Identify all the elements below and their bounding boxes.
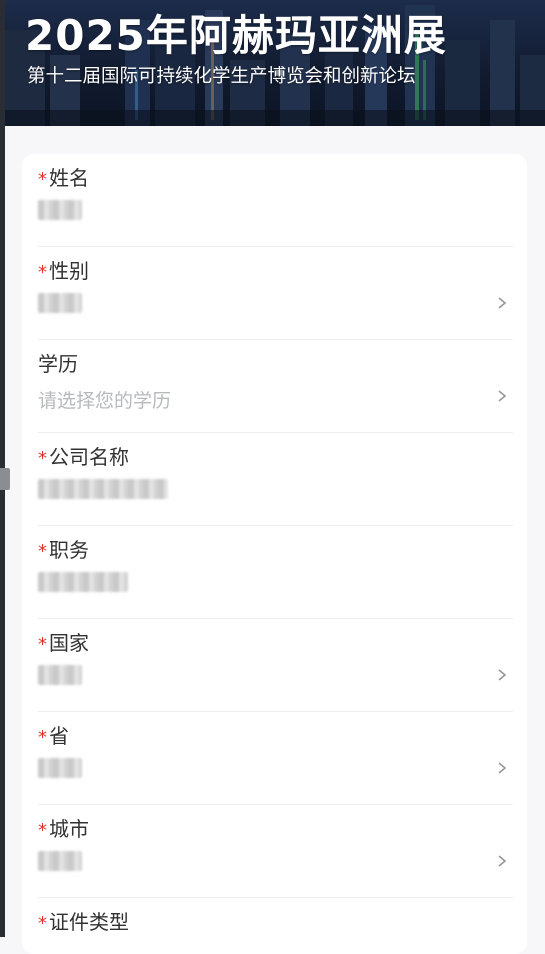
registration-form: * 姓名 * 性别 学历 请选择您的学历 * 公司名称 * 职务 * 国家 * 省 * 城市 … (22, 154, 527, 954)
field-education[interactable]: 学历 请选择您的学历 (38, 340, 513, 433)
field-province-label: * 省 (38, 724, 69, 748)
required-mark: * (38, 913, 47, 934)
field-country-label: * 国家 (38, 631, 89, 655)
field-city-label: * 城市 (38, 817, 89, 841)
banner-subtitle: 第十二届国际可持续化学生产博览会和创新论坛 (27, 66, 416, 87)
field-company-label: * 公司名称 (38, 445, 129, 469)
field-country-value[interactable] (38, 665, 82, 690)
field-id-type[interactable]: * 证件类型 (38, 898, 513, 954)
required-mark: * (38, 727, 47, 748)
chevron-right-icon (495, 296, 509, 310)
chevron-right-icon (495, 761, 509, 775)
field-name-label: * 姓名 (38, 166, 89, 190)
field-company-value[interactable] (38, 479, 168, 504)
chevron-right-icon (495, 854, 509, 868)
field-city-value[interactable] (38, 851, 82, 876)
required-mark: * (38, 820, 47, 841)
field-name[interactable]: * 姓名 (38, 154, 513, 247)
banner-title: 2025年阿赫玛亚洲展 (25, 11, 447, 60)
required-mark: * (38, 448, 47, 469)
field-gender-label: * 性别 (38, 259, 89, 283)
required-mark: * (38, 541, 47, 562)
field-job-title[interactable]: * 职务 (38, 526, 513, 619)
chevron-right-icon (495, 389, 509, 403)
field-province-value[interactable] (38, 758, 82, 783)
required-mark: * (38, 169, 47, 190)
required-mark: * (38, 634, 47, 655)
redacted-value (38, 665, 82, 685)
field-gender-value[interactable] (38, 293, 82, 318)
event-banner: 2025年阿赫玛亚洲展 第十二届国际可持续化学生产博览会和创新论坛 (5, 0, 545, 126)
field-country[interactable]: * 国家 (38, 619, 513, 712)
field-education-placeholder[interactable]: 请选择您的学历 (38, 386, 171, 413)
field-education-label: 学历 (38, 352, 78, 376)
field-city[interactable]: * 城市 (38, 805, 513, 898)
field-name-value[interactable] (38, 200, 82, 225)
field-province[interactable]: * 省 (38, 712, 513, 805)
field-job-title-value[interactable] (38, 572, 128, 597)
field-job-title-label: * 职务 (38, 538, 89, 562)
field-company[interactable]: * 公司名称 (38, 433, 513, 526)
chevron-right-icon (495, 668, 509, 682)
redacted-value (38, 851, 82, 871)
edge-handle[interactable] (0, 468, 10, 490)
redacted-value (38, 479, 168, 499)
window-edge (0, 0, 10, 937)
redacted-value (38, 200, 82, 220)
field-id-type-label: * 证件类型 (38, 910, 129, 934)
redacted-value (38, 293, 82, 313)
field-gender[interactable]: * 性别 (38, 247, 513, 340)
redacted-value (38, 758, 82, 778)
redacted-value (38, 572, 128, 592)
required-mark: * (38, 262, 47, 283)
